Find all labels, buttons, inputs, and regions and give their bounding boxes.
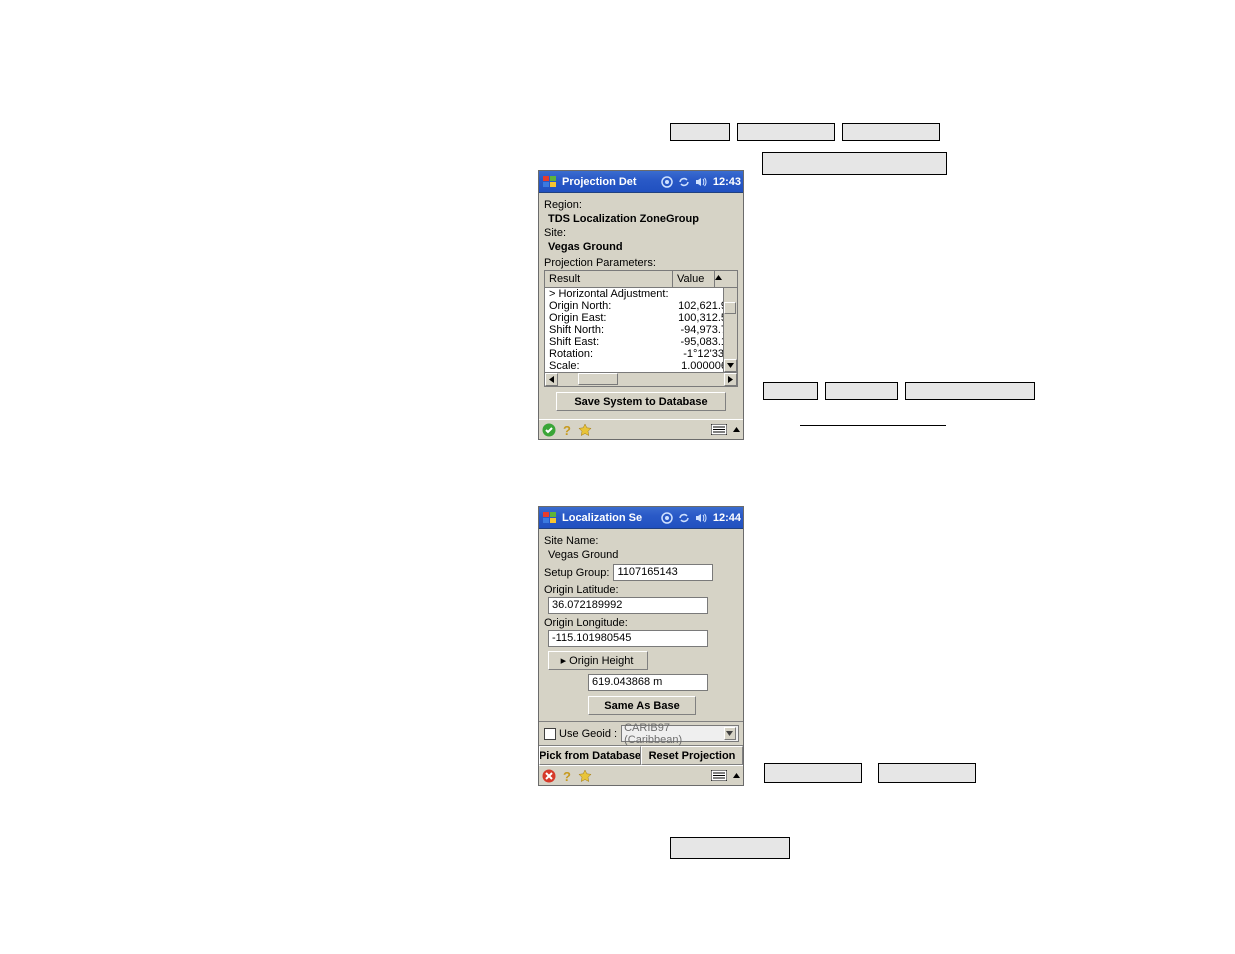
placeholder-box	[764, 763, 862, 783]
setup-group-input[interactable]: 1107165143	[613, 564, 713, 581]
use-geoid-checkbox[interactable]	[544, 728, 556, 740]
table-row[interactable]: Origin North:102,621.9	[545, 300, 737, 312]
table-row[interactable]: > Horizontal Adjustment:	[545, 288, 737, 300]
save-system-button[interactable]: Save System to Database	[556, 392, 726, 411]
placeholder-box	[842, 123, 940, 141]
svg-text:?: ?	[563, 769, 571, 783]
svg-text:?: ?	[563, 423, 571, 437]
origin-latitude-label: Origin Latitude:	[544, 584, 738, 596]
keyboard-icon[interactable]	[710, 423, 728, 437]
placeholder-box	[670, 123, 730, 141]
titlebar: Localization Se 12:44	[539, 507, 743, 529]
volume-icon[interactable]	[694, 175, 708, 189]
chevron-down-icon	[724, 727, 736, 740]
pick-from-database-button[interactable]: Pick from Database	[539, 746, 641, 765]
keyboard-icon[interactable]	[710, 769, 728, 783]
site-value: Vegas Ground	[548, 241, 738, 253]
titlebar: Projection Det 12:43	[539, 171, 743, 193]
geoid-dropdown[interactable]: CARIB97 (Caribbean)	[621, 725, 739, 742]
placeholder-box	[878, 763, 976, 783]
origin-height-button[interactable]: ▸ Origin Height	[548, 651, 648, 670]
use-geoid-label: Use Geoid :	[559, 728, 617, 740]
projection-params-label: Projection Parameters:	[544, 257, 738, 269]
horizontal-scrollbar[interactable]	[545, 372, 737, 386]
placeholder-box	[905, 382, 1035, 400]
origin-longitude-input[interactable]: -115.101980545	[548, 630, 708, 647]
params-table: Result Value > Horizontal Adjustment:Ori…	[544, 270, 738, 387]
window-title: Localization Se	[562, 512, 642, 524]
setup-group-label: Setup Group:	[544, 567, 609, 579]
col-result[interactable]: Result	[545, 271, 673, 287]
underline	[800, 425, 946, 426]
region-value: TDS Localization ZoneGroup	[548, 213, 738, 225]
projection-details-device: Projection Det 12:43 Region: TDS Localiz…	[538, 170, 744, 440]
table-row[interactable]: Origin East:100,312.5	[545, 312, 737, 324]
site-label: Site:	[544, 227, 738, 239]
windows-flag-icon	[541, 175, 559, 189]
placeholder-box	[825, 382, 898, 400]
reset-projection-button[interactable]: Reset Projection	[641, 746, 743, 765]
origin-latitude-input[interactable]: 36.072189992	[548, 597, 708, 614]
placeholder-box	[670, 837, 790, 859]
same-as-base-button[interactable]: Same As Base	[588, 696, 696, 715]
scroll-up-icon[interactable]	[715, 271, 729, 283]
star-icon[interactable]	[578, 769, 592, 783]
site-name-value: Vegas Ground	[548, 549, 738, 561]
scroll-down-icon[interactable]	[724, 359, 737, 372]
origin-height-input[interactable]: 619.043868 m	[588, 674, 708, 691]
placeholder-box	[762, 152, 947, 175]
up-caret-icon[interactable]	[732, 423, 740, 437]
windows-flag-icon	[541, 511, 559, 525]
placeholder-box	[763, 382, 818, 400]
cancel-icon[interactable]	[542, 769, 556, 783]
placeholder-box	[737, 123, 835, 141]
volume-icon[interactable]	[694, 511, 708, 525]
ok-icon[interactable]	[542, 423, 556, 437]
scroll-left-icon[interactable]	[545, 373, 558, 386]
table-row[interactable]: Shift North:-94,973.7	[545, 324, 737, 336]
scroll-right-icon[interactable]	[724, 373, 737, 386]
clock[interactable]: 12:43	[713, 176, 741, 188]
clock[interactable]: 12:44	[713, 512, 741, 524]
table-row[interactable]: Rotation:-1°12'33.	[545, 348, 737, 360]
connectivity-icon[interactable]	[660, 511, 674, 525]
window-title: Projection Det	[562, 176, 637, 188]
up-caret-icon[interactable]	[732, 769, 740, 783]
table-row[interactable]: Scale:1.000006	[545, 360, 737, 372]
sync-icon[interactable]	[677, 175, 691, 189]
region-label: Region:	[544, 199, 738, 211]
help-icon[interactable]: ?	[560, 423, 574, 437]
origin-longitude-label: Origin Longitude:	[544, 617, 738, 629]
col-value[interactable]: Value	[673, 271, 715, 287]
localization-setup-device: Localization Se 12:44 Site Name: Vegas G…	[538, 506, 744, 786]
connectivity-icon[interactable]	[660, 175, 674, 189]
sync-icon[interactable]	[677, 511, 691, 525]
star-icon[interactable]	[578, 423, 592, 437]
vertical-scrollbar[interactable]	[723, 288, 737, 372]
table-row[interactable]: Shift East:-95,083.1	[545, 336, 737, 348]
help-icon[interactable]: ?	[560, 769, 574, 783]
site-name-label: Site Name:	[544, 535, 738, 547]
